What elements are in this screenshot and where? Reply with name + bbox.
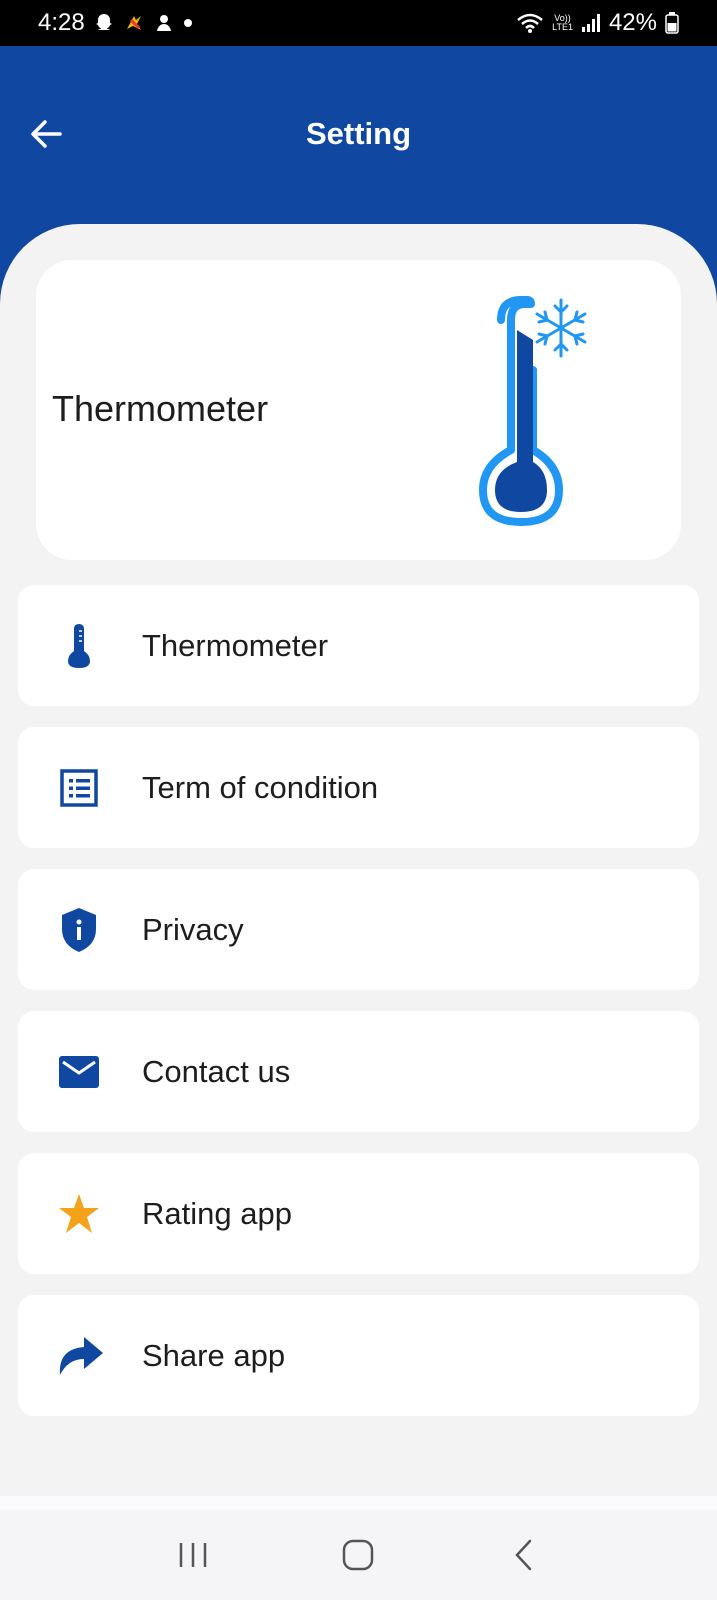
menu-item-privacy[interactable]: Privacy bbox=[18, 869, 699, 990]
status-bar: 4:28 Vo)) LTE1 42% bbox=[0, 0, 717, 46]
signal-icon bbox=[581, 13, 601, 33]
app-bar: Setting bbox=[0, 46, 717, 224]
recent-apps-button[interactable] bbox=[163, 1525, 223, 1585]
menu-label: Share app bbox=[142, 1337, 286, 1373]
status-right: Vo)) LTE1 42% bbox=[516, 9, 679, 37]
app-notification-icon bbox=[123, 12, 145, 34]
home-button[interactable] bbox=[328, 1525, 388, 1585]
bottom-divider bbox=[0, 1496, 717, 1510]
recent-apps-icon bbox=[179, 1543, 207, 1567]
menu-label: Term of condition bbox=[142, 769, 379, 805]
star-icon bbox=[54, 1189, 104, 1239]
system-nav-bar bbox=[0, 1510, 717, 1600]
share-icon bbox=[54, 1331, 104, 1381]
snapchat-icon bbox=[93, 12, 115, 34]
battery-icon bbox=[665, 12, 679, 34]
page-title: Setting bbox=[305, 116, 412, 151]
menu-label: Privacy bbox=[142, 911, 244, 947]
list-icon bbox=[54, 763, 104, 813]
thermometer-icon bbox=[54, 621, 104, 671]
settings-menu: Thermometer Term of condition Privacy Co… bbox=[18, 585, 699, 1437]
status-time: 4:28 bbox=[38, 9, 85, 36]
menu-label: Rating app bbox=[142, 1195, 292, 1231]
notification-dot-icon bbox=[183, 18, 193, 28]
hero-card: Thermometer bbox=[36, 260, 681, 560]
privacy-shield-icon bbox=[54, 905, 104, 955]
mail-icon bbox=[54, 1047, 104, 1097]
network-bottom-text: LTE1 bbox=[552, 22, 573, 32]
cold-thermometer-illustration bbox=[479, 296, 587, 526]
menu-item-share[interactable]: Share app bbox=[18, 1295, 699, 1416]
menu-label: Thermometer bbox=[142, 627, 329, 663]
status-left: 4:28 bbox=[38, 9, 193, 37]
system-back-button[interactable] bbox=[494, 1525, 554, 1585]
menu-item-thermometer[interactable]: Thermometer bbox=[18, 585, 699, 706]
wifi-icon bbox=[516, 12, 544, 34]
battery-percent: 42% bbox=[608, 9, 657, 36]
menu-item-contact[interactable]: Contact us bbox=[18, 1011, 699, 1132]
menu-label: Contact us bbox=[142, 1053, 291, 1089]
hero-title: Thermometer bbox=[52, 388, 269, 429]
menu-item-terms[interactable]: Term of condition bbox=[18, 727, 699, 848]
content-sheet: Thermometer Thermometer Term of conditio… bbox=[0, 224, 717, 1496]
snapchat-icon-2 bbox=[153, 12, 175, 34]
network-type-icon: Vo)) LTE1 bbox=[552, 14, 573, 32]
chevron-left-icon bbox=[515, 1539, 532, 1571]
home-icon bbox=[343, 1539, 374, 1571]
menu-item-rating[interactable]: Rating app bbox=[18, 1153, 699, 1274]
